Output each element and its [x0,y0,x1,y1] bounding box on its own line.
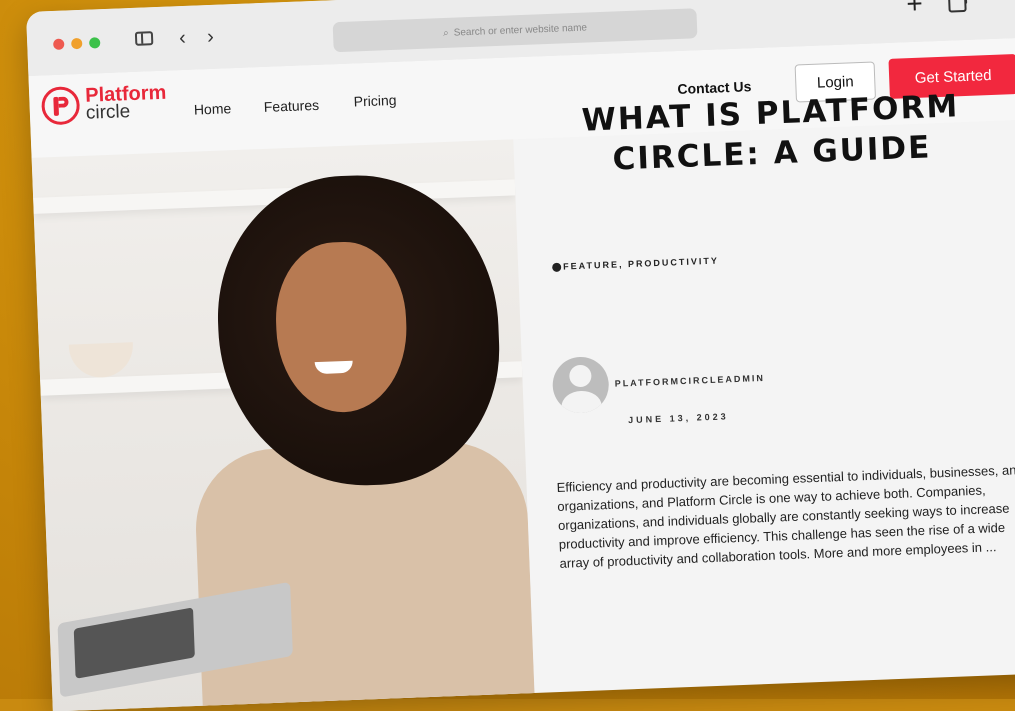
browser-window: ‹ › ⌕ Search or enter website name + Pla… [26,0,1015,711]
hero-image [31,139,535,711]
avatar-placeholder-icon [551,355,610,415]
address-bar[interactable]: ⌕ Search or enter website name [332,8,698,53]
nav-features[interactable]: Features [264,97,320,115]
forward-icon[interactable]: › [207,25,215,49]
platform-circle-logo-icon [40,86,81,126]
address-placeholder: Search or enter website name [453,21,588,39]
tag-icon [552,262,562,272]
minimize-window-button[interactable] [71,37,83,50]
nav-pricing[interactable]: Pricing [353,92,396,110]
logo-word-circle: circle [85,101,131,124]
article-categories: FEATURE, PRODUCTIVITY [552,256,719,272]
article-title: WHAT IS PLATFORM CIRCLE: A GUIDE [581,88,960,178]
author-name[interactable]: PLATFORMCIRCLEADMIN [615,373,766,389]
article-content: WHAT IS PLATFORM CIRCLE: A GUIDE FEATURE… [530,84,1015,571]
tabs-overview-icon[interactable] [948,0,967,13]
close-window-button[interactable] [53,38,65,50]
author-row: PLATFORMCIRCLEADMIN [551,350,766,415]
category-links[interactable]: FEATURE, PRODUCTIVITY [563,256,719,272]
search-icon: ⌕ [442,27,449,39]
new-tab-icon[interactable]: + [906,0,924,19]
laptop-keyboard [73,607,195,679]
back-icon[interactable]: ‹ [179,26,187,50]
bowl [68,342,135,379]
maximize-window-button[interactable] [89,37,101,49]
nav-home[interactable]: Home [194,100,232,117]
site-logo[interactable]: Platform circle [40,82,167,126]
publish-date: JUNE 13, 2023 [627,411,729,426]
sidebar-toggle-icon[interactable] [134,31,154,46]
article-excerpt: Efficiency and productivity are becoming… [556,462,1015,571]
